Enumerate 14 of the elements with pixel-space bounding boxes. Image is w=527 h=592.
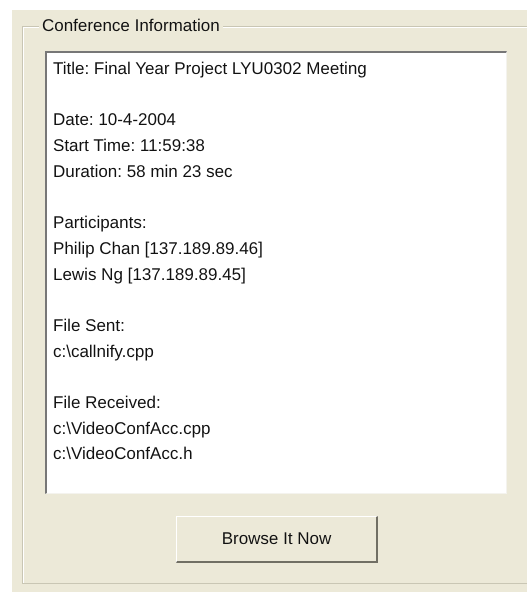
info-line: c:\VideoConfAcc.cpp bbox=[53, 418, 210, 440]
info-line: Start Time: 11:59:38 bbox=[53, 135, 205, 158]
info-line: Participants: bbox=[53, 212, 147, 234]
info-line: Philip Chan [137.189.89.46] bbox=[53, 238, 263, 260]
info-line: c:\VideoConfAcc.h bbox=[53, 443, 193, 466]
text-area[interactable] bbox=[45, 51, 507, 494]
info-line: Lewis Ng [137.189.89.45] bbox=[53, 264, 246, 286]
info-line: Title: Final Year Project LYU0302 Meeting bbox=[53, 58, 367, 80]
info-line: Date: 10-4-2004 bbox=[53, 109, 176, 132]
browse-button[interactable]: Browse It Now bbox=[176, 516, 378, 563]
info-line: File Received: bbox=[53, 392, 161, 414]
info-line: File Sent: bbox=[53, 314, 125, 337]
info-line: c:\callnify.cpp bbox=[53, 340, 154, 363]
info-line: Duration: 58 min 23 sec bbox=[53, 160, 233, 183]
